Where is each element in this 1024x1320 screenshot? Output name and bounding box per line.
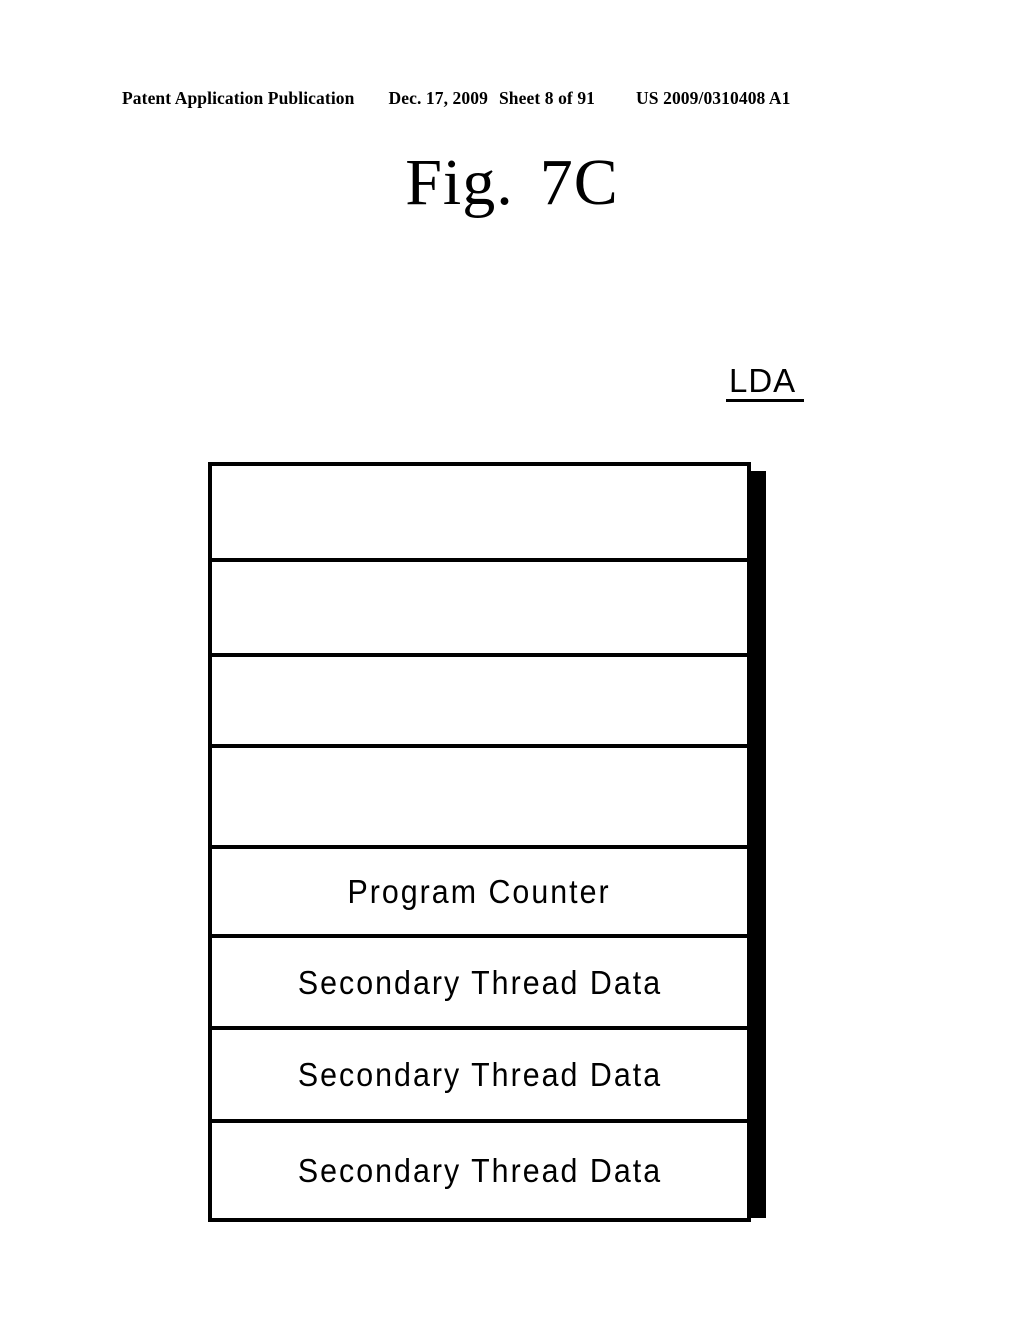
stack-row-label: Secondary Thread Data — [297, 1056, 662, 1093]
stack-row-label: Secondary Thread Data — [297, 1152, 662, 1189]
header-date-label: Dec. 17, 2009 — [388, 88, 488, 108]
header-sheet-label: Sheet 8 of 91 — [498, 88, 596, 108]
table-row — [212, 748, 747, 849]
lda-caption-underline — [726, 399, 804, 402]
table-row: Program Counter — [212, 849, 747, 938]
stack-table: Program Counter Secondary Thread Data Se… — [208, 462, 751, 1222]
table-row: Secondary Thread Data — [212, 938, 747, 1030]
table-row — [212, 657, 747, 748]
table-row — [212, 466, 747, 562]
lda-caption-label: LDA — [729, 362, 797, 399]
figure-title: Fig. 7C — [0, 150, 1024, 216]
table-row — [212, 562, 747, 657]
header-publication-label: Patent Application Publication — [122, 88, 355, 108]
stack-row-label: Program Counter — [347, 873, 612, 910]
figure-title-number: 7C — [539, 146, 619, 219]
header-patent-number: US 2009/0310408 A1 — [636, 88, 791, 108]
page-header: Patent Application Publication Dec. 17, … — [122, 88, 902, 112]
table-row: Secondary Thread Data — [212, 1123, 747, 1218]
figure-title-word: Fig. — [405, 146, 514, 219]
stack-row-label: Secondary Thread Data — [297, 963, 662, 1001]
table-row: Secondary Thread Data — [212, 1030, 747, 1123]
lda-stack-diagram: Program Counter Secondary Thread Data Se… — [208, 462, 766, 1222]
